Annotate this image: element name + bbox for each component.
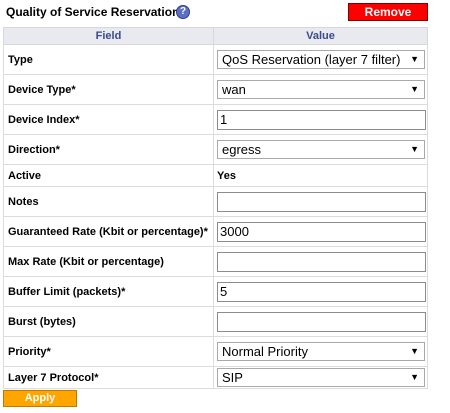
reservation-table: Field Value Type QoS Reservation (layer … [3,27,428,389]
help-icon[interactable]: ? [176,5,190,19]
table-row: Burst (bytes) [3,306,428,337]
chevron-down-icon: ▼ [410,372,419,382]
field-label-device-index: Device Index* [3,104,214,135]
direction-select-value: egress [222,142,262,157]
remove-button[interactable]: Remove [348,3,428,21]
device-type-select-value: wan [222,82,246,97]
device-index-input[interactable]: 1 [217,109,426,130]
priority-select[interactable]: Normal Priority ▼ [217,342,425,361]
type-select-value: QoS Reservation (layer 7 filter) [222,52,401,67]
table-row: Active Yes [3,164,428,187]
device-type-select[interactable]: wan ▼ [217,80,425,99]
guaranteed-rate-input[interactable]: 3000 [217,221,426,242]
field-label-active: Active [3,164,214,187]
column-header-value: Value [213,27,428,45]
field-label-type: Type [3,44,214,75]
table-header-row: Field Value [3,27,428,45]
page-title: Quality of Service Reservations [6,5,187,19]
table-row: Direction* egress ▼ [3,134,428,165]
table-row: Guaranteed Rate (Kbit or percentage)* 30… [3,216,428,247]
max-rate-input[interactable] [217,251,426,272]
table-row: Device Index* 1 [3,104,428,135]
type-select[interactable]: QoS Reservation (layer 7 filter) ▼ [217,50,425,69]
table-row: Buffer Limit (packets)* 5 [3,276,428,307]
field-label-device-type: Device Type* [3,74,214,105]
field-label-direction: Direction* [3,134,214,165]
direction-select[interactable]: egress ▼ [217,140,425,159]
chevron-down-icon: ▼ [410,144,419,154]
layer7-protocol-select-value: SIP [222,370,243,385]
field-label-notes: Notes [3,186,214,217]
table-row: Max Rate (Kbit or percentage) [3,246,428,277]
chevron-down-icon: ▼ [410,346,419,356]
field-label-guaranteed-rate: Guaranteed Rate (Kbit or percentage)* [3,216,214,247]
field-label-layer7-protocol: Layer 7 Protocol* [3,366,214,389]
field-label-max-rate: Max Rate (Kbit or percentage) [3,246,214,277]
table-row: Device Type* wan ▼ [3,74,428,105]
chevron-down-icon: ▼ [410,54,419,64]
active-value: Yes [213,164,428,187]
table-row: Type QoS Reservation (layer 7 filter) ▼ [3,44,428,75]
buffer-limit-input[interactable]: 5 [217,281,426,302]
notes-input[interactable] [217,191,426,212]
apply-button[interactable]: Apply [3,390,77,407]
table-row: Layer 7 Protocol* SIP ▼ [3,366,428,389]
priority-select-value: Normal Priority [222,344,308,359]
chevron-down-icon: ▼ [410,84,419,94]
burst-input[interactable] [217,311,426,332]
column-header-field: Field [3,27,214,45]
table-row: Notes [3,186,428,217]
layer7-protocol-select[interactable]: SIP ▼ [217,368,425,387]
field-label-buffer-limit: Buffer Limit (packets)* [3,276,214,307]
page-header: Quality of Service Reservations ? Remove [6,2,430,22]
table-row: Priority* Normal Priority ▼ [3,336,428,367]
field-label-burst: Burst (bytes) [3,306,214,337]
field-label-priority: Priority* [3,336,214,367]
